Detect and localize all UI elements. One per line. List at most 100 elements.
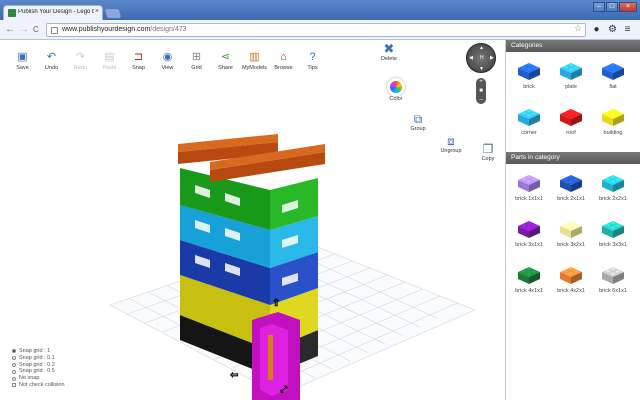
- part-item[interactable]: brick 1x1x1: [508, 168, 550, 214]
- viewport-3d[interactable]: ⇧ ⇦ ⤢: [100, 90, 480, 400]
- snap-button[interactable]: ⊐ Snap: [124, 50, 153, 71]
- tab-title: Publish Your Design - Lego bu: [18, 9, 94, 15]
- lego-designer-app: ▣ Save ↶ Undo ↷ Redo ▤ Paste ⊐ Snap ◉ Vi…: [0, 40, 640, 400]
- brick-icon: [602, 221, 624, 238]
- part-item-label: brick 1x1x1: [515, 196, 543, 202]
- redo-button[interactable]: ↷ Redo: [66, 50, 95, 71]
- view-button[interactable]: ◉ View: [153, 50, 182, 71]
- paste-button[interactable]: ▤ Paste: [95, 50, 124, 71]
- tips-button[interactable]: ? Tips: [298, 50, 327, 71]
- copy-label: Copy: [481, 156, 495, 162]
- copy-button[interactable]: ❐ Copy: [477, 142, 499, 162]
- share-button[interactable]: ⋖ Share: [211, 50, 240, 71]
- lego-model[interactable]: ⇧ ⇦ ⤢: [178, 134, 325, 400]
- radio-icon[interactable]: [12, 349, 16, 354]
- snap-option-label: Snap grid : 0.5: [19, 368, 55, 375]
- extension-icon[interactable]: ●: [591, 24, 602, 35]
- part-item[interactable]: brick 2x1x1: [550, 168, 592, 214]
- maximize-button[interactable]: □: [606, 2, 618, 12]
- radio-icon[interactable]: [12, 356, 16, 361]
- tips-label: Tips: [307, 65, 318, 71]
- delete-button[interactable]: ✖ Delete: [377, 42, 401, 63]
- category-item[interactable]: brick: [508, 56, 550, 102]
- page-menu-icon[interactable]: ≡: [622, 24, 633, 35]
- eye-icon: ◉: [162, 51, 173, 63]
- paste-label: Paste: [102, 65, 117, 71]
- browse-button[interactable]: ⌂ Browse: [269, 50, 298, 71]
- folder-icon: ▥: [249, 51, 260, 63]
- nav-center-label: H: [480, 55, 484, 61]
- nav-up-icon[interactable]: ▲: [479, 45, 484, 51]
- collision-checkbox[interactable]: Not check collision: [12, 382, 65, 389]
- radio-icon[interactable]: [12, 369, 16, 374]
- part-item[interactable]: brick 4x1x1: [508, 260, 550, 306]
- category-item[interactable]: corner: [508, 102, 550, 148]
- address-bar[interactable]: www.publishyourdesign.com/design/473: [46, 23, 586, 37]
- new-tab-button[interactable]: [104, 9, 122, 18]
- categories-header: Categories: [506, 40, 640, 52]
- zoom-in-icon[interactable]: +: [476, 78, 486, 87]
- part-item-label: brick 4x2x1: [557, 288, 585, 294]
- categories-grid: brick plate flat corner roof building: [506, 52, 640, 152]
- bookmark-star-icon[interactable]: ☆: [574, 23, 582, 34]
- snap-option[interactable]: Snap grid : 0.1: [12, 355, 65, 362]
- save-button[interactable]: ▣ Save: [8, 50, 37, 71]
- brick-icon: [560, 267, 582, 284]
- brick-icon: [518, 175, 540, 192]
- part-item-label: brick 3x3x1: [599, 242, 627, 248]
- camera-nav-control[interactable]: ▲ ▼ ◀ ▶ H: [466, 43, 496, 73]
- part-item-label: brick 3x2x1: [557, 242, 585, 248]
- category-item-label: brick: [523, 84, 535, 90]
- snap-option[interactable]: No snap: [12, 375, 65, 382]
- brick-icon: [560, 175, 582, 192]
- forward-button[interactable]: →: [19, 25, 29, 35]
- mymodels-label: MyModels: [241, 65, 268, 71]
- close-window-button[interactable]: ×: [619, 2, 637, 12]
- browser-tab[interactable]: Publish Your Design - Lego bu ×: [3, 5, 103, 20]
- parts-header: Parts in category: [506, 152, 640, 164]
- mymodels-button[interactable]: ▥ MyModels: [240, 50, 269, 71]
- brick-icon: [602, 267, 624, 284]
- part-item[interactable]: brick 6x1x1: [592, 260, 634, 306]
- radio-icon[interactable]: [12, 376, 16, 381]
- part-item[interactable]: brick 4x2x1: [550, 260, 592, 306]
- grid-button[interactable]: ⊞ Grid: [182, 50, 211, 71]
- reload-button[interactable]: C: [33, 25, 39, 35]
- undo-icon: ↶: [46, 51, 57, 63]
- radio-icon[interactable]: [12, 362, 16, 367]
- share-icon: ⋖: [220, 51, 231, 63]
- brick-icon: [602, 109, 624, 126]
- checkbox-icon[interactable]: [12, 383, 16, 388]
- minimize-button[interactable]: –: [593, 2, 605, 12]
- category-item[interactable]: building: [592, 102, 634, 148]
- part-item[interactable]: brick 3x3x1: [592, 214, 634, 260]
- brick-icon: [560, 63, 582, 80]
- svg-text:⤢: ⤢: [279, 384, 287, 394]
- part-item[interactable]: brick 3x1x1: [508, 214, 550, 260]
- undo-button[interactable]: ↶ Undo: [37, 50, 66, 71]
- browser-toolbar: ← → C www.publishyourdesign.com/design/4…: [0, 20, 640, 40]
- part-item[interactable]: brick 3x2x1: [550, 214, 592, 260]
- url-text: www.publishyourdesign.com/design/473: [62, 26, 187, 33]
- back-button[interactable]: ←: [5, 25, 15, 35]
- part-item-label: brick 4x1x1: [515, 288, 543, 294]
- tab-close-icon[interactable]: ×: [95, 8, 99, 15]
- nav-right-icon[interactable]: ▶: [490, 55, 494, 61]
- category-item[interactable]: roof: [550, 102, 592, 148]
- snap-option-label: No snap: [19, 375, 40, 382]
- nav-left-icon[interactable]: ◀: [469, 55, 473, 61]
- snap-option[interactable]: Snap grid : 0.5: [12, 368, 65, 375]
- category-item[interactable]: flat: [592, 56, 634, 102]
- snap-option[interactable]: Snap grid : 1: [12, 348, 65, 355]
- brick-icon: [560, 109, 582, 126]
- wrench-icon[interactable]: ⚙: [607, 24, 618, 35]
- snap-option-label: Snap grid : 1: [19, 348, 51, 354]
- category-item[interactable]: plate: [550, 56, 592, 102]
- brick-icon: [518, 267, 540, 284]
- part-item[interactable]: brick 2x2x1: [592, 168, 634, 214]
- snap-option[interactable]: Snap grid : 0.2: [12, 362, 65, 369]
- nav-down-icon[interactable]: ▼: [479, 66, 484, 72]
- brick-icon: [602, 63, 624, 80]
- redo-label: Redo: [73, 65, 88, 71]
- copy-icon: ❐: [482, 142, 494, 156]
